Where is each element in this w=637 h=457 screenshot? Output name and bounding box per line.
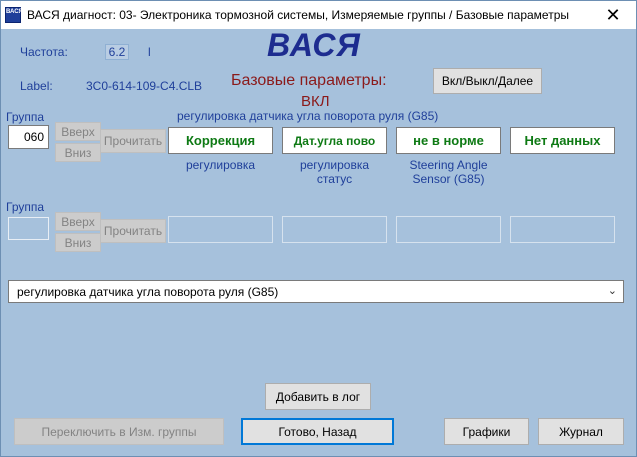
group1-field-3: не в норме: [396, 127, 501, 154]
close-window-button[interactable]: ✕: [590, 1, 636, 29]
group1-number-input[interactable]: 060: [8, 125, 49, 149]
dropdown-selected-value: регулировка датчика угла поворота руля (…: [17, 284, 279, 299]
brand-logo: ВАСЯ: [267, 27, 361, 63]
toggle-basic-settings-button[interactable]: Вкл/Выкл/Далее: [433, 68, 542, 94]
group2-label: Группа: [6, 200, 45, 214]
group1-field-2-caption: регулировка статус: [299, 158, 370, 186]
group1-description: регулировка датчика угла поворота руля (…: [177, 109, 439, 123]
group1-down-button[interactable]: Вниз: [55, 143, 101, 162]
group1-field-3-caption: Steering Angle Sensor (G85): [409, 158, 488, 186]
window-title: ВАСЯ диагност: 03- Электроника тормозной…: [27, 8, 569, 22]
basic-settings-state: ВКЛ: [301, 93, 330, 110]
title-bar: ВАСЯ ВАСЯ диагност: 03- Электроника торм…: [1, 1, 636, 29]
group2-field-3: [396, 216, 501, 243]
main-window: ВАСЯ ВАСЯ диагност: 03- Электроника торм…: [0, 0, 637, 457]
group2-up-button[interactable]: Вверх: [55, 212, 101, 231]
group1-label: Группа: [6, 110, 45, 124]
group1-read-button[interactable]: Прочитать: [100, 129, 166, 153]
group-selection-dropdown[interactable]: регулировка датчика угла поворота руля (…: [8, 280, 624, 303]
chevron-down-icon: ⌄: [607, 285, 617, 297]
group2-field-4: [510, 216, 615, 243]
frequency-value: 6.2: [105, 44, 129, 60]
journal-button[interactable]: Журнал: [538, 418, 624, 445]
label-label: Label:: [20, 79, 53, 93]
basic-settings-title: Базовые параметры:: [231, 72, 387, 89]
graphs-button[interactable]: Графики: [444, 418, 529, 445]
frequency-unit: l: [148, 45, 151, 59]
group2-down-button[interactable]: Вниз: [55, 233, 101, 252]
group2-read-button[interactable]: Прочитать: [100, 219, 166, 243]
group2-number-input[interactable]: [8, 217, 49, 240]
label-file: 3C0-614-109-C4.CLB: [86, 79, 203, 93]
group2-field-1: [168, 216, 273, 243]
done-back-button[interactable]: Готово, Назад: [241, 418, 394, 445]
switch-to-measured-groups-button[interactable]: Переключить в Изм. группы: [14, 418, 224, 445]
close-icon: ✕: [605, 4, 621, 25]
group2-field-2: [282, 216, 387, 243]
frequency-label: Частота:: [20, 45, 68, 59]
app-icon: ВАСЯ: [5, 7, 23, 23]
group1-field-1-caption: регулировка: [185, 158, 256, 172]
group1-up-button[interactable]: Вверх: [55, 122, 101, 141]
add-to-log-button[interactable]: Добавить в лог: [265, 383, 371, 410]
group1-field-4: Нет данных: [510, 127, 615, 154]
group1-field-1: Коррекция: [168, 127, 273, 154]
group1-field-2: Дат.угла пово: [282, 127, 387, 154]
